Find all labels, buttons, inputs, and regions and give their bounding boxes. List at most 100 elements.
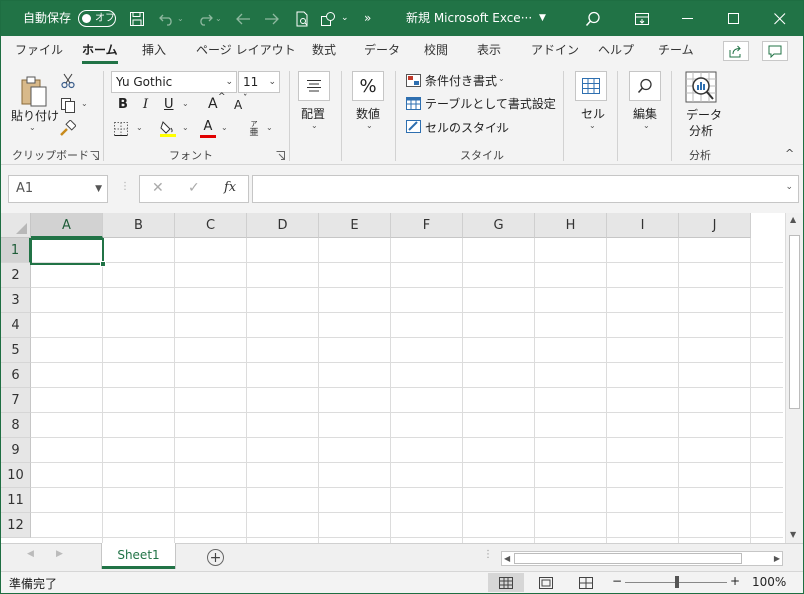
share-icon[interactable]: [723, 41, 749, 61]
row-header-6[interactable]: 6: [1, 363, 31, 388]
zoom-out-icon[interactable]: −: [612, 574, 622, 588]
row-header-9[interactable]: 9: [1, 438, 31, 463]
zoom-in-icon[interactable]: +: [730, 574, 740, 588]
number-dropdown-icon[interactable]: ⌄: [366, 121, 373, 130]
cells-label[interactable]: セル: [581, 105, 605, 122]
row-header-2[interactable]: 2: [1, 263, 31, 288]
font-size-box[interactable]: 11 ⌄: [238, 71, 280, 93]
tab-data[interactable]: データ: [364, 36, 400, 65]
copy-icon[interactable]: [59, 97, 77, 113]
column-header-h[interactable]: H: [535, 213, 607, 238]
cells-icon[interactable]: [575, 71, 607, 101]
undo-dropdown-icon[interactable]: ⌄: [177, 1, 184, 36]
tab-file[interactable]: ファイル: [15, 36, 63, 65]
save-icon[interactable]: [127, 9, 147, 29]
row-header-3[interactable]: 3: [1, 288, 31, 313]
row-header-5[interactable]: 5: [1, 338, 31, 363]
underline-button[interactable]: U: [164, 97, 174, 112]
scroll-up-icon[interactable]: ▲: [790, 215, 796, 224]
zoom-slider-thumb[interactable]: [675, 576, 679, 588]
editing-icon[interactable]: [629, 71, 661, 101]
font-name-box[interactable]: Yu Gothic ⌄: [111, 71, 237, 93]
editing-label[interactable]: 編集: [633, 105, 657, 122]
paste-label[interactable]: 貼り付け: [11, 107, 59, 124]
row-header-7[interactable]: 7: [1, 388, 31, 413]
fill-color-dropdown-icon[interactable]: ⌄: [182, 123, 189, 132]
borders-icon[interactable]: [113, 121, 129, 137]
column-header-i[interactable]: I: [607, 213, 679, 238]
row-header-10[interactable]: 10: [1, 463, 31, 488]
conditional-format-label[interactable]: 条件付き書式: [425, 72, 497, 89]
sheet-tab[interactable]: Sheet1: [102, 543, 175, 569]
column-header-b[interactable]: B: [103, 213, 175, 238]
collapse-ribbon-icon[interactable]: ^: [785, 147, 794, 160]
editing-dropdown-icon[interactable]: ⌄: [643, 121, 650, 130]
conditional-format-icon[interactable]: [405, 73, 421, 87]
format-as-table-icon[interactable]: [405, 96, 421, 110]
insert-function-button[interactable]: fx: [224, 180, 236, 195]
redo-icon[interactable]: [195, 9, 215, 29]
number-format-icon[interactable]: %: [352, 71, 384, 101]
formula-bar-grip-icon[interactable]: ⋮: [120, 181, 130, 192]
new-sheet-icon[interactable]: +: [207, 549, 224, 566]
vertical-scrollbar[interactable]: ▲ ▼: [785, 213, 803, 543]
horizontal-scrollbar[interactable]: ◀ ▶: [501, 551, 783, 566]
italic-button[interactable]: I: [143, 97, 148, 112]
borders-dropdown-icon[interactable]: ⌄: [136, 123, 143, 132]
undo-icon[interactable]: [157, 9, 177, 29]
select-all-button[interactable]: [1, 213, 31, 238]
analyze-data-label-2[interactable]: 分析: [689, 122, 713, 139]
back-arrow-icon[interactable]: [233, 9, 253, 29]
print-preview-icon[interactable]: [292, 9, 312, 29]
column-header-g[interactable]: G: [463, 213, 535, 238]
enter-icon[interactable]: ✓: [188, 180, 200, 196]
increase-font-button[interactable]: A: [208, 96, 218, 112]
cancel-icon[interactable]: ✕: [152, 180, 164, 196]
underline-dropdown-icon[interactable]: ⌄: [182, 99, 189, 108]
scroll-down-icon[interactable]: ▼: [790, 530, 796, 539]
cell-styles-icon[interactable]: [405, 119, 421, 133]
horizontal-scroll-thumb[interactable]: [514, 553, 742, 564]
alignment-dropdown-icon[interactable]: ⌄: [311, 121, 318, 130]
paste-dropdown-icon[interactable]: ⌄: [29, 123, 36, 132]
forward-arrow-icon[interactable]: [262, 9, 282, 29]
row-header-8[interactable]: 8: [1, 413, 31, 438]
column-header-j[interactable]: J: [679, 213, 751, 238]
page-break-view-icon[interactable]: [568, 573, 604, 592]
tab-home[interactable]: ホーム: [82, 36, 118, 65]
number-label[interactable]: 数値: [356, 105, 380, 122]
cell-styles-dropdown-icon[interactable]: ⌄: [495, 121, 502, 130]
format-as-table-dropdown-icon[interactable]: ⌄: [542, 97, 549, 106]
tab-help[interactable]: ヘルプ: [598, 36, 634, 65]
tab-addins[interactable]: アドイン: [531, 36, 579, 65]
vertical-scroll-thumb[interactable]: [789, 235, 800, 409]
active-cell[interactable]: [30, 238, 106, 267]
scroll-left-icon[interactable]: ◀: [504, 552, 510, 565]
alignment-icon[interactable]: [298, 71, 330, 101]
name-box[interactable]: A1 ▼: [8, 175, 108, 203]
format-painter-icon[interactable]: [59, 120, 77, 136]
page-layout-view-icon[interactable]: [528, 573, 564, 592]
ribbon-display-options-icon[interactable]: [619, 1, 665, 36]
more-commands-icon[interactable]: »: [364, 1, 371, 36]
phonetic-guide-icon[interactable]: ア 亜: [246, 119, 262, 139]
cell-area[interactable]: [31, 238, 783, 543]
bold-button[interactable]: B: [118, 97, 128, 112]
tab-team[interactable]: チーム: [658, 36, 694, 65]
font-color-dropdown-icon[interactable]: ⌄: [221, 123, 228, 132]
font-name-dropdown-icon[interactable]: ⌄: [225, 72, 233, 92]
close-icon[interactable]: [757, 1, 803, 36]
zoom-level[interactable]: 100%: [752, 575, 786, 589]
prev-sheet-icon[interactable]: ◀: [27, 549, 34, 559]
fill-color-icon[interactable]: [159, 120, 177, 138]
row-header-12[interactable]: 12: [1, 513, 31, 538]
tab-split-handle-icon[interactable]: ⋮: [483, 549, 493, 560]
tab-formulas[interactable]: 数式: [312, 36, 336, 65]
column-header-a[interactable]: A: [31, 213, 103, 238]
expand-formula-icon[interactable]: ⌄: [785, 182, 793, 192]
row-header-1[interactable]: 1: [1, 238, 31, 263]
name-box-dropdown-icon[interactable]: ▼: [95, 176, 102, 202]
formula-input[interactable]: ⌄: [252, 175, 799, 203]
minimize-icon[interactable]: [665, 1, 711, 36]
comments-icon[interactable]: [762, 41, 788, 61]
